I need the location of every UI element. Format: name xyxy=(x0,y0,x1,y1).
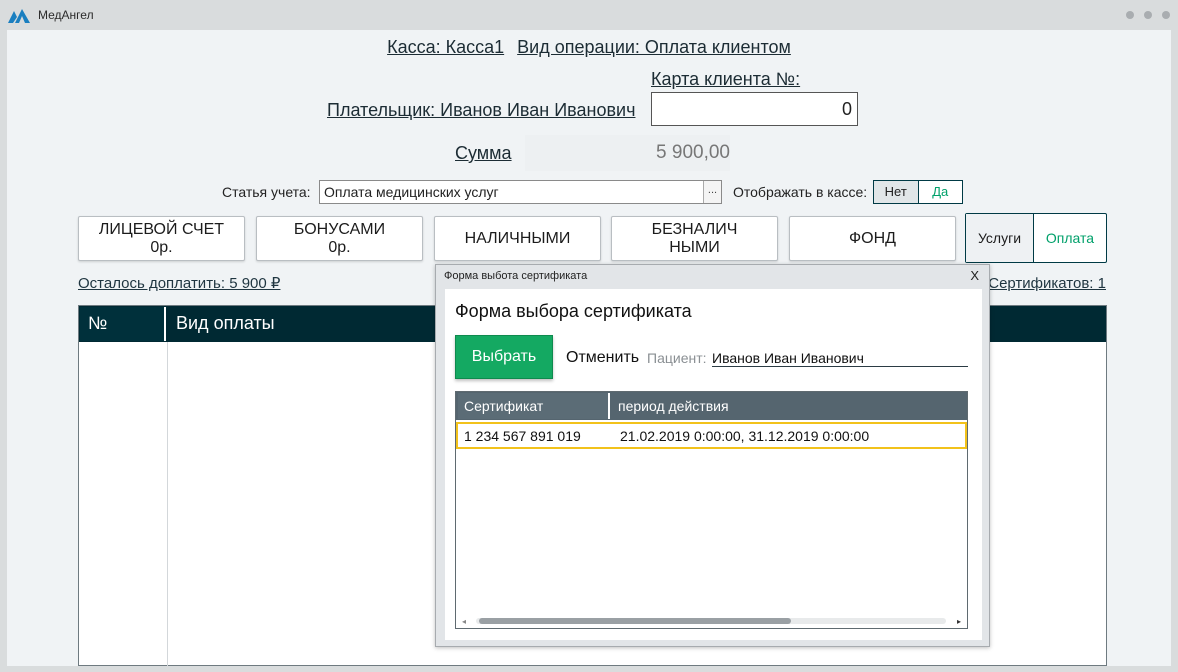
column-header-validity-period[interactable]: период действия xyxy=(612,393,966,419)
tab-payment[interactable]: Оплата xyxy=(1034,214,1106,262)
close-icon[interactable]: X xyxy=(970,268,979,283)
column-header-certificate[interactable]: Сертификат xyxy=(458,393,610,419)
show-in-cashbox-toggle: Нет Да xyxy=(873,180,963,204)
scroll-right-icon[interactable]: ▸ xyxy=(957,617,961,626)
column-header-number[interactable]: № xyxy=(80,307,166,341)
cashbox-link[interactable]: Касса: Касса1 xyxy=(387,37,504,57)
horizontal-scrollbar[interactable]: ◂ ▸ xyxy=(456,614,967,628)
table-row[interactable]: 1 234 567 891 019 21.02.2019 0:00:00, 31… xyxy=(456,422,967,449)
personal-account-button[interactable]: ЛИЦЕВОЙ СЧЕТ 0р. xyxy=(78,216,245,261)
toggle-option-no[interactable]: Нет xyxy=(874,181,919,203)
remaining-amount-link[interactable]: Осталось доплатить: 5 900 ₽ xyxy=(78,274,280,292)
column-divider xyxy=(167,342,168,666)
button-label: НАЛИЧНЫМИ xyxy=(464,229,571,247)
accounting-browse-button[interactable]: ... xyxy=(703,181,721,203)
tab-services[interactable]: Услуги xyxy=(966,214,1034,262)
accounting-item-label: Статья учета: xyxy=(222,184,311,200)
fund-button[interactable]: ФОНД xyxy=(789,216,956,261)
button-amount: 0р. xyxy=(150,238,173,256)
button-amount: 0р. xyxy=(328,238,351,256)
window-dot-icon[interactable] xyxy=(1126,11,1134,19)
choose-button[interactable]: Выбрать xyxy=(455,335,553,379)
button-label-2: НЫМИ xyxy=(669,238,720,256)
toggle-option-yes[interactable]: Да xyxy=(918,181,962,203)
window-dot-icon[interactable] xyxy=(1144,11,1152,19)
accounting-item-field[interactable]: Оплата медицинских услуг xyxy=(319,180,722,204)
certificates-grid: Сертификат период действия 1 234 567 891… xyxy=(455,391,968,629)
client-card-label[interactable]: Карта клиента №: xyxy=(651,69,800,90)
patient-label: Пациент: xyxy=(647,350,707,366)
operation-header: Касса: Касса1 Вид операции: Оплата клиен… xyxy=(7,37,1171,58)
button-label: ФОНД xyxy=(849,229,896,247)
button-label: ЛИЦЕВОЙ СЧЕТ xyxy=(98,220,225,238)
cashless-button[interactable]: БЕЗНАЛИЧ НЫМИ xyxy=(611,216,778,261)
client-card-input[interactable]: 0 xyxy=(651,92,858,126)
mode-switch: Услуги Оплата xyxy=(965,213,1107,263)
scroll-left-icon[interactable]: ◂ xyxy=(462,617,466,626)
scrollbar-thumb[interactable] xyxy=(479,618,791,624)
validity-period: 21.02.2019 0:00:00, 31.12.2019 0:00:00 xyxy=(620,428,870,444)
dialog-body: Форма выбора сертификата Выбрать Отменит… xyxy=(445,289,982,640)
certificates-count-link[interactable]: Сертификатов: 1 xyxy=(988,275,1106,292)
medangel-logo-icon xyxy=(8,9,30,23)
bonus-button[interactable]: БОНУСАМИ 0р. xyxy=(256,216,423,261)
dialog-window-title: Форма выбота сертификата xyxy=(444,270,588,282)
dialog-titlebar[interactable]: Форма выбота сертификата X xyxy=(436,265,989,287)
sum-value: 5 900,00 xyxy=(525,135,730,171)
patient-field[interactable]: Иванов Иван Иванович xyxy=(712,347,968,367)
show-in-cashbox-label: Отображать в кассе: xyxy=(733,184,868,200)
window-controls[interactable] xyxy=(1126,11,1170,19)
button-label: БЕЗНАЛИЧ xyxy=(651,220,738,238)
window-dot-icon[interactable] xyxy=(1162,11,1170,19)
certificates-grid-header: Сертификат период действия xyxy=(456,392,967,420)
app-title: МедАнгел xyxy=(38,8,94,22)
cash-button[interactable]: НАЛИЧНЫМИ xyxy=(434,216,601,261)
sum-label[interactable]: Сумма xyxy=(455,143,512,164)
dialog-heading: Форма выбора сертификата xyxy=(455,301,692,321)
window-titlebar: МедАнгел xyxy=(0,0,1178,30)
operation-type-link[interactable]: Вид операции: Оплата клиентом xyxy=(517,37,791,57)
button-label: БОНУСАМИ xyxy=(293,220,386,238)
payer-link[interactable]: Плательщик: Иванов Иван Иванович xyxy=(327,100,635,121)
cancel-button[interactable]: Отменить xyxy=(566,349,639,367)
certificate-number: 1 234 567 891 019 xyxy=(464,428,581,444)
certificate-selection-dialog: Форма выбота сертификата X Форма выбора … xyxy=(435,264,990,647)
